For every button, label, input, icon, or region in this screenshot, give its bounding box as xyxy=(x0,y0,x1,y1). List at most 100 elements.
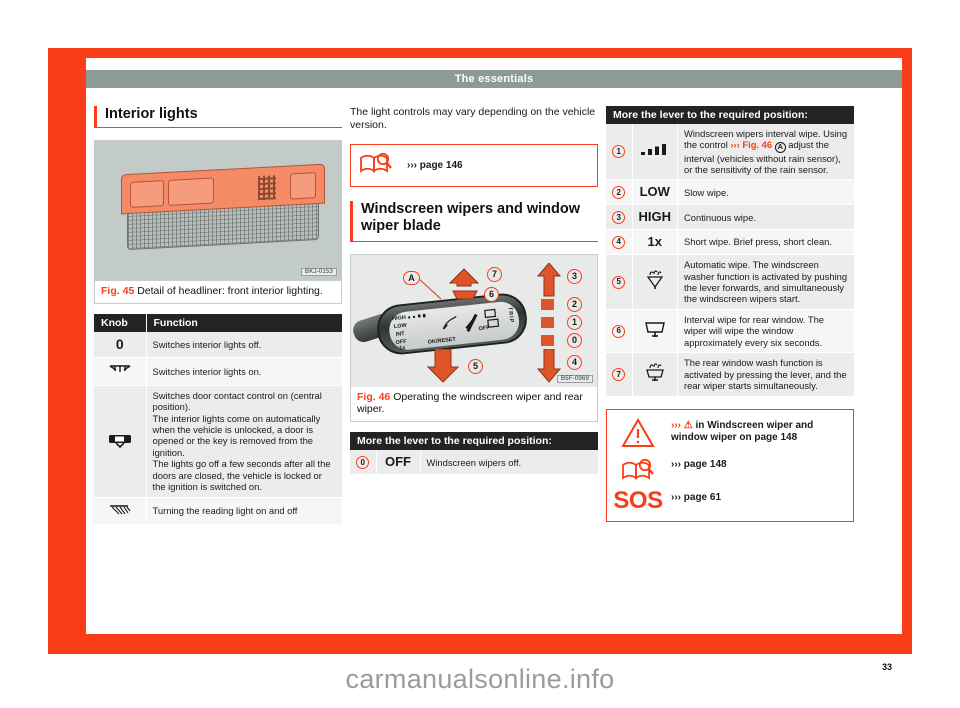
figure-45-caption-text: Detail of headliner: front interior ligh… xyxy=(137,284,323,297)
speaker-grille-icon xyxy=(258,174,276,200)
high-speed-icon: HIGH xyxy=(632,204,678,231)
reference-page-148-text: ››› page 148 xyxy=(671,458,727,470)
wiper-positions-table-mid: More the lever to the required position:… xyxy=(350,432,598,476)
table-row: Switches door contact control on (centra… xyxy=(94,385,342,498)
circle-number-1: 1 xyxy=(612,145,626,159)
circle-number-6: 6 xyxy=(612,324,626,338)
knob-glyph: 0 xyxy=(115,336,124,353)
interior-lights-heading: Interior lights xyxy=(94,106,342,128)
callout-7: 7 xyxy=(487,266,502,282)
inline-warning-icon: ⚠ xyxy=(683,419,693,431)
middle-column: The light controls may vary depending on… xyxy=(350,106,598,476)
callout-number-cell: 0 xyxy=(350,450,377,476)
book-magnifier-icon xyxy=(617,457,659,481)
lever-bar-indicator xyxy=(407,313,426,319)
callout-number-cell: 4 xyxy=(606,229,633,256)
callout-number-cell: 5 xyxy=(606,254,633,310)
interior-lights-table: Knob Function 0 Switches interior lights… xyxy=(94,314,342,526)
reference-page-61-text: ››› page 61 xyxy=(671,491,722,503)
callout-number-cell: 2 xyxy=(606,179,633,206)
reference-row-page-61[interactable]: SOS ››› page 61 xyxy=(613,488,843,512)
book-magnifier-icon xyxy=(359,152,393,179)
reference-warning-label: in Windscreen wiper and window wiper on … xyxy=(671,419,814,444)
table-row: 3 HIGH Continuous wipe. xyxy=(606,204,854,231)
arrow-up-3 xyxy=(537,262,561,297)
callout-number-cell: 1 xyxy=(606,124,633,181)
position-block-0 xyxy=(541,334,554,346)
circle-number-5: 5 xyxy=(612,275,626,289)
callout-number-cell: 3 xyxy=(606,204,633,231)
light-switch-center xyxy=(168,177,214,206)
circle-number-0: 0 xyxy=(356,455,370,469)
reference-box-group: ››› ⚠ in Windscreen wiper and window wip… xyxy=(606,408,854,523)
running-header-label: The essentials xyxy=(454,73,534,85)
column-header-lever-position: More the lever to the required position: xyxy=(350,432,598,451)
sos-icon: SOS xyxy=(613,488,663,512)
arrow-down-5 xyxy=(427,348,459,383)
headliner-illustration: BKJ-0153 xyxy=(95,140,341,281)
light-controls-note: The light controls may vary depending on… xyxy=(350,106,596,132)
table-row: 0 OFF Windscreen wipers off. xyxy=(350,450,598,476)
windscreen-wipers-heading: Windscreen wipers and window wiper blade xyxy=(350,201,598,242)
interval-bars-icon xyxy=(632,124,678,181)
callout-3: 3 xyxy=(567,268,582,284)
arrow-press-6 xyxy=(452,290,478,300)
callout-4: 4 xyxy=(567,354,582,370)
table-row: 4 1x Short wipe. Brief press, short clea… xyxy=(606,229,854,256)
table-row: Turning the reading light on and off xyxy=(94,497,342,526)
door-contact-control-icon xyxy=(94,385,147,498)
washer-arrow-icon xyxy=(465,313,478,332)
lever-face: HIGH LOW INT OFF 1x OK/RESET OFF TRIP xyxy=(387,299,521,352)
position-block-2 xyxy=(541,298,554,310)
row-text: Switches door contact control on (centra… xyxy=(146,385,342,498)
warning-triangle-icon xyxy=(617,417,659,448)
right-column: More the lever to the required position:… xyxy=(606,106,854,523)
zero-knob-icon: 0 xyxy=(94,332,147,359)
circle-number-2: 2 xyxy=(612,186,626,200)
running-header: The essentials xyxy=(86,70,902,88)
wiper-lever-illustration: HIGH LOW INT OFF 1x OK/RESET OFF TRIP A … xyxy=(351,254,597,387)
reference-box-page-146[interactable]: ››› page 146 xyxy=(350,144,598,188)
callout-2: 2 xyxy=(567,296,582,312)
manual-page-frame: The essentials Interior lights BKJ-0153 … xyxy=(48,48,912,672)
left-column: Interior lights BKJ-0153 Fig. 45 Detail … xyxy=(94,106,342,526)
rear-window-icon xyxy=(484,308,500,328)
callout-1: 1 xyxy=(567,314,582,330)
callout-5: 5 xyxy=(468,358,483,374)
reading-light-icon xyxy=(94,497,147,526)
figure-46: HIGH LOW INT OFF 1x OK/RESET OFF TRIP A … xyxy=(350,253,598,423)
table-row: 7 The rear window wash function is activ… xyxy=(606,352,854,397)
lever-body: HIGH LOW INT OFF 1x OK/RESET OFF TRIP xyxy=(374,290,530,357)
figure-id-label: B5F-0969 xyxy=(557,374,593,383)
callout-A: A xyxy=(403,270,420,285)
lever-label-1x: 1x xyxy=(398,344,406,352)
row-text: Continuous wipe. xyxy=(677,204,854,231)
arrow-forward-7 xyxy=(448,267,480,287)
row-text: Short wipe. Brief press, short clean. xyxy=(677,229,854,256)
off-symbol-icon: OFF xyxy=(376,450,421,476)
table-header-row: Knob Function xyxy=(94,314,342,333)
wiper-positions-table-right: More the lever to the required position:… xyxy=(606,106,854,397)
table-row: 1 Windscreen wipers interval wipe. Using… xyxy=(606,124,854,181)
reference-row-warning[interactable]: ››› ⚠ in Windscreen wiper and window wip… xyxy=(617,417,843,448)
chevron-marker: ››› xyxy=(730,139,743,151)
row-text: Automatic wipe. The windscreen washer fu… xyxy=(677,254,854,310)
position-block-1 xyxy=(541,316,554,328)
table-header-row: More the lever to the required position: xyxy=(350,432,598,451)
row-text: Switches interior lights on. xyxy=(146,357,342,386)
circle-number-4: 4 xyxy=(612,235,626,249)
row-text: Turning the reading light on and off xyxy=(146,497,342,526)
low-speed-icon: LOW xyxy=(632,179,678,206)
row-text: Slow wipe. xyxy=(677,179,854,206)
reference-row-page-148[interactable]: ››› page 148 xyxy=(617,457,843,481)
figure-46-label: Fig. 46 xyxy=(357,390,391,403)
lever-label-trip: TRIP xyxy=(506,306,515,324)
table-row: 6 Interval wipe for rear window. The wip… xyxy=(606,309,854,354)
light-switch-right xyxy=(290,171,316,200)
figure-46-caption-text: Operating the windscreen wiper and rear … xyxy=(357,390,583,415)
lever-label-high: HIGH xyxy=(391,314,407,322)
figure-reference-link[interactable]: Fig. 46 xyxy=(742,139,772,150)
column-header-knob: Knob xyxy=(94,314,147,333)
figure-45-caption: Fig. 45 Detail of headliner: front inter… xyxy=(95,281,341,303)
site-watermark: carmanualsonline.info xyxy=(345,664,615,694)
